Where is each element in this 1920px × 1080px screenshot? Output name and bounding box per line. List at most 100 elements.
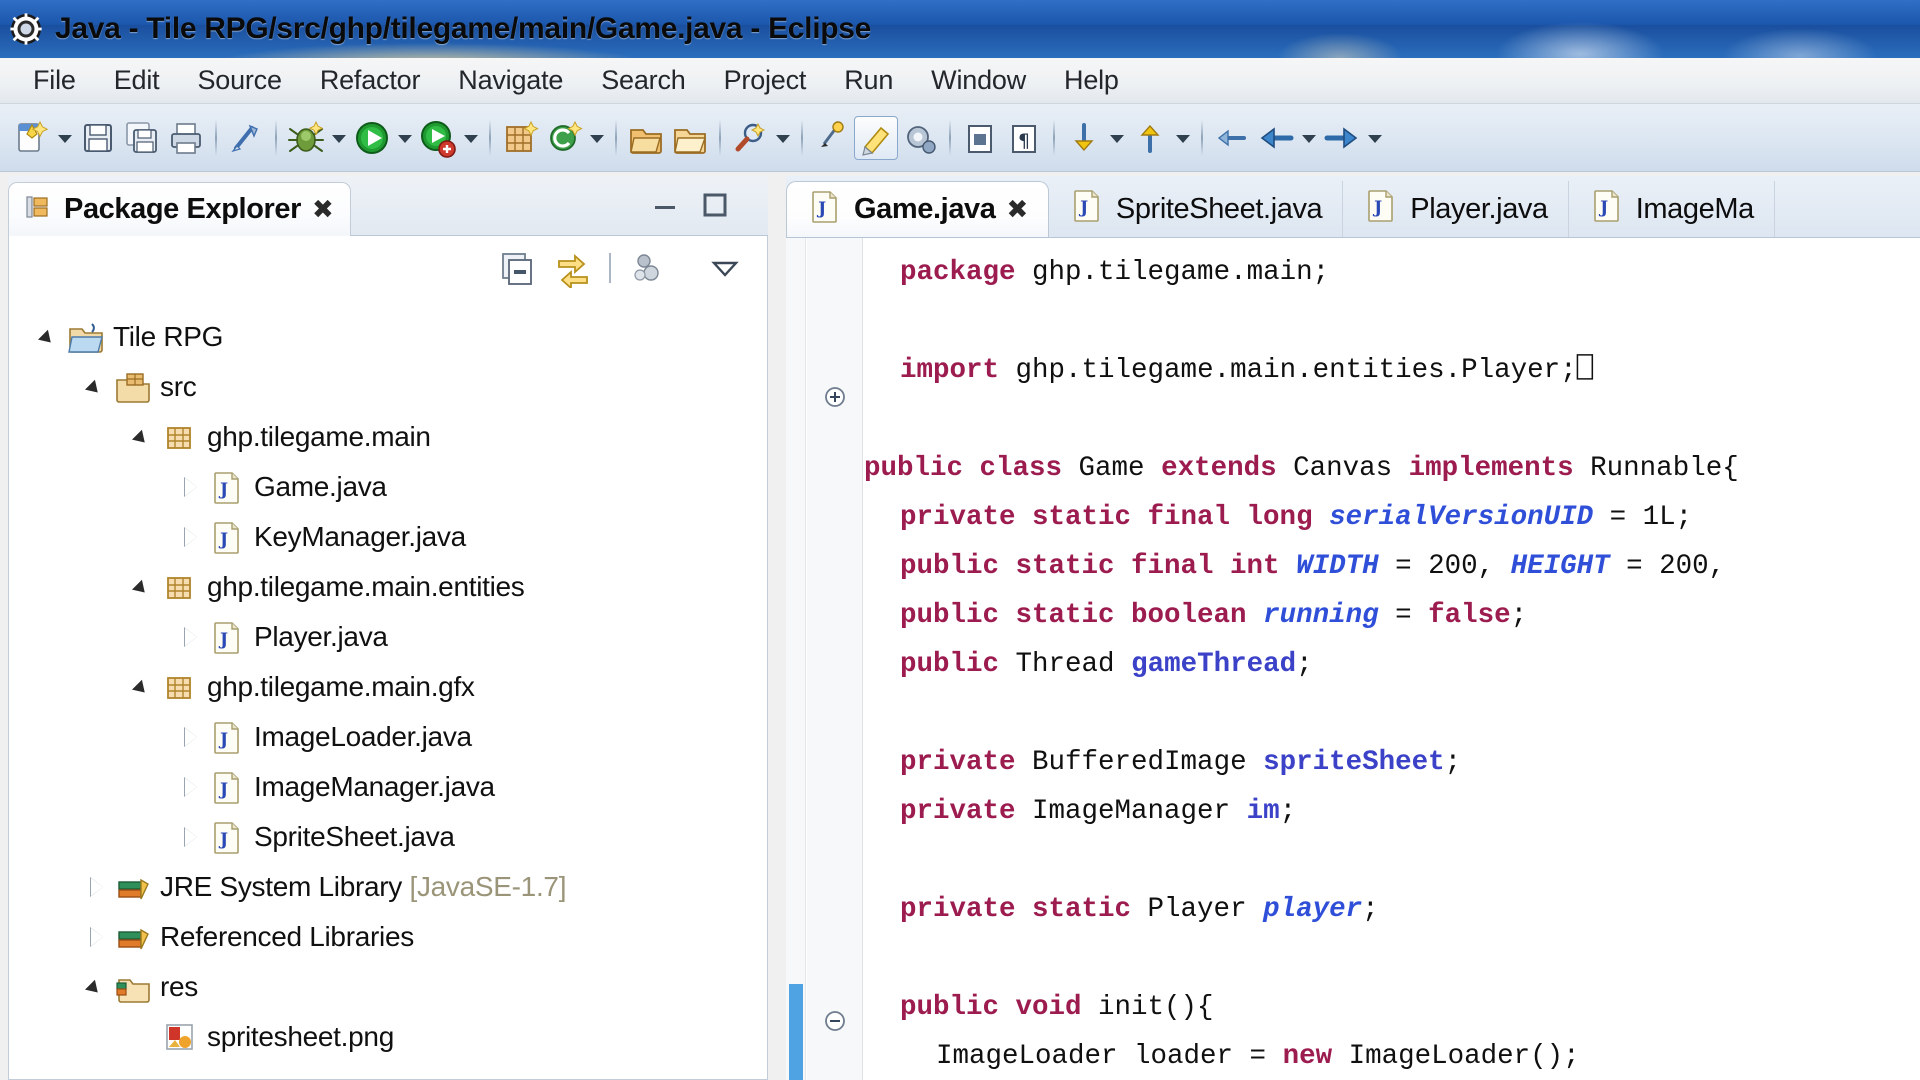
toggle-word-wrap-icon[interactable] (898, 116, 942, 160)
tree-item-jre-system-library[interactable]: JRE System Library [JavaSE-1.7] (9, 862, 767, 912)
svg-text:J: J (1372, 198, 1382, 218)
run-external-tools-icon[interactable] (416, 116, 460, 160)
debug-dropdown-arrow[interactable] (328, 116, 350, 160)
menu-project[interactable]: Project (705, 63, 826, 98)
next-annotation-icon[interactable] (1062, 116, 1106, 160)
show-whitespace-icon[interactable] (958, 116, 1002, 160)
collapse-fold-icon[interactable] (821, 1007, 849, 1035)
editor-tab-player-java[interactable]: J Player.java (1343, 181, 1569, 237)
tree-item-player-java[interactable]: J Player.java (9, 612, 767, 662)
tree-item-game-java[interactable]: J Game.java (9, 462, 767, 512)
new-java-class-dropdown-arrow[interactable] (586, 116, 608, 160)
new-wizard-dropdown-arrow[interactable] (54, 116, 76, 160)
menu-file[interactable]: File (14, 63, 95, 98)
code-token-pln: ImageLoader loader = (936, 1041, 1283, 1072)
java-file-icon: J (209, 470, 245, 504)
next-annotation-dropdown-arrow[interactable] (1106, 116, 1128, 160)
menu-window[interactable]: Window (912, 63, 1045, 98)
previous-annotation-dropdown-arrow[interactable] (1172, 116, 1194, 160)
menu-edit[interactable]: Edit (95, 63, 179, 98)
expand-fold-icon[interactable] (821, 383, 849, 411)
view-menu-icon[interactable] (705, 248, 745, 288)
tree-expand-arrow-open-icon[interactable] (84, 974, 110, 1000)
debug-icon[interactable] (284, 116, 328, 160)
tree-item-res[interactable]: res (9, 962, 767, 1012)
new-wizard-icon[interactable] (10, 116, 54, 160)
tree-expand-arrow-open-icon[interactable] (37, 324, 63, 350)
tree-item-ghp-tilegame-main[interactable]: ghp.tilegame.main (9, 412, 767, 462)
editor-area: J Game.java ✖ J SpriteSheet.java J Player.java… (786, 176, 1920, 1080)
focus-on-active-task-icon[interactable] (627, 248, 667, 288)
maximize-view-button[interactable] (700, 190, 730, 220)
save-icon[interactable] (76, 116, 120, 160)
back-dropdown-arrow[interactable] (1298, 116, 1320, 160)
menu-refactor[interactable]: Refactor (301, 63, 439, 98)
link-with-editor-icon[interactable] (553, 248, 593, 291)
editor-tab-game-java[interactable]: J Game.java ✖ (786, 181, 1049, 237)
tree-expand-arrow-closed-icon[interactable] (84, 924, 110, 950)
menu-navigate[interactable]: Navigate (439, 63, 582, 98)
tree-expand-arrow-closed-icon[interactable] (178, 774, 204, 800)
editor-body[interactable]: package ghp.tilegame.main; import ghp.ti… (786, 238, 1920, 1080)
tree-item-imageloader-java[interactable]: J ImageLoader.java (9, 712, 767, 762)
pilcrow-icon[interactable]: ¶ (1002, 116, 1046, 160)
open-task-icon[interactable] (668, 116, 712, 160)
menu-run[interactable]: Run (825, 63, 912, 98)
tree-expand-arrow-closed-icon[interactable] (178, 524, 204, 550)
save-all-icon[interactable] (120, 116, 164, 160)
close-icon[interactable]: ✖ (312, 197, 334, 223)
back-icon[interactable] (1254, 116, 1298, 160)
tree-item-ghp-tilegame-main-gfx[interactable]: ghp.tilegame.main.gfx (9, 662, 767, 712)
code-text[interactable]: package ghp.tilegame.main; import ghp.ti… (864, 238, 1920, 1080)
code-token-lit: HEIGHT (1510, 551, 1610, 582)
tree-expand-arrow-closed-icon[interactable] (178, 624, 204, 650)
forward-dropdown-arrow[interactable] (1364, 116, 1386, 160)
search-icon[interactable] (728, 116, 772, 160)
tree-expand-arrow-closed-icon[interactable] (178, 824, 204, 850)
menu-help[interactable]: Help (1045, 63, 1138, 98)
previous-annotation-icon[interactable] (1128, 116, 1172, 160)
tree-item-spritesheet-png[interactable]: spritesheet.png (9, 1012, 767, 1062)
tree-item-imagemanager-java[interactable]: J ImageManager.java (9, 762, 767, 812)
tree-expand-arrow-closed-icon[interactable] (84, 874, 110, 900)
tab-package-explorer[interactable]: Package Explorer ✖ (8, 182, 351, 236)
menu-search[interactable]: Search (582, 63, 704, 98)
tree-expand-arrow-open-icon[interactable] (131, 574, 157, 600)
close-icon[interactable]: ✖ (1007, 197, 1029, 223)
link-with-editor-icon[interactable] (810, 116, 854, 160)
editor-tab-spritesheet-java[interactable]: J SpriteSheet.java (1049, 181, 1344, 237)
code-token-lit: WIDTH (1296, 551, 1379, 582)
menu-source[interactable]: Source (178, 63, 300, 98)
run-dropdown-arrow[interactable] (394, 116, 416, 160)
print-icon[interactable] (164, 116, 208, 160)
tree-item-ghp-tilegame-main-entities[interactable]: ghp.tilegame.main.entities (9, 562, 767, 612)
tree-item-referenced-libraries[interactable]: Referenced Libraries (9, 912, 767, 962)
folding-ruler (807, 238, 863, 1080)
tree-item-spritesheet-java[interactable]: J SpriteSheet.java (9, 812, 767, 862)
tree-expand-arrow-closed-icon[interactable] (178, 474, 204, 500)
open-type-icon[interactable] (624, 116, 668, 160)
tree-expand-arrow-open-icon[interactable] (131, 424, 157, 450)
minimize-view-button[interactable] (650, 192, 680, 222)
code-token-kw: public class (864, 453, 1063, 484)
last-edit-location-icon[interactable] (1210, 116, 1254, 160)
external-tools-dropdown-arrow[interactable] (460, 116, 482, 160)
collapse-all-icon[interactable] (497, 248, 537, 288)
new-java-class-icon[interactable] (542, 116, 586, 160)
new-java-package-icon[interactable] (498, 116, 542, 160)
run-icon[interactable] (350, 116, 394, 160)
tree-item-src[interactable]: src (9, 362, 767, 412)
toggle-block-selection-icon[interactable] (854, 115, 898, 160)
toggle-mark-occurrences-icon[interactable] (224, 116, 268, 160)
tree-item-keymanager-java[interactable]: J KeyManager.java (9, 512, 767, 562)
forward-icon[interactable] (1320, 116, 1364, 160)
code-token-pln (1247, 600, 1264, 631)
code-line: ImageLoader loader = new ImageLoader(); (864, 1032, 1920, 1080)
search-dropdown-arrow[interactable] (772, 116, 794, 160)
tree-expand-arrow-open-icon[interactable] (84, 374, 110, 400)
tree-expand-arrow-closed-icon[interactable] (178, 724, 204, 750)
editor-tab-imagema[interactable]: J ImageMa (1569, 181, 1775, 237)
tree-item-tile-rpg[interactable]: Tile RPG (9, 312, 767, 362)
tree-expand-arrow-open-icon[interactable] (131, 674, 157, 700)
